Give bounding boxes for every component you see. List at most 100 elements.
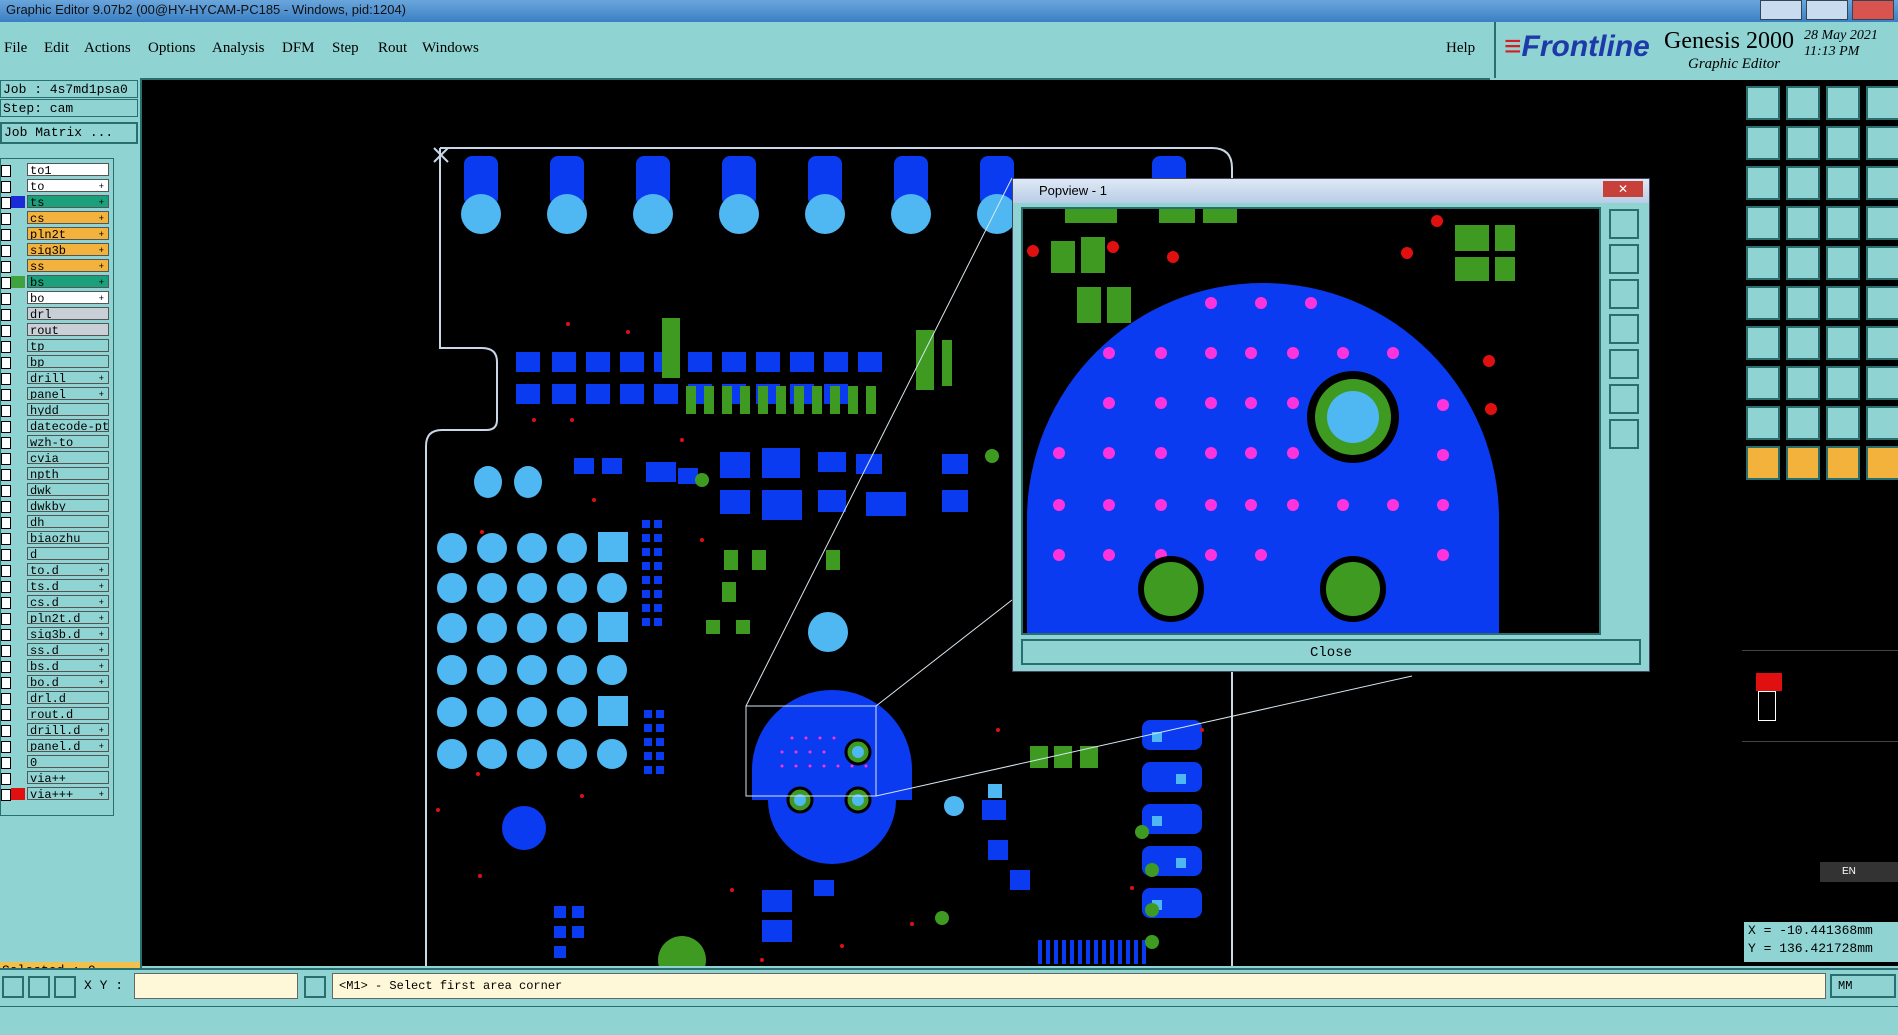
unit-selector[interactable]: MM bbox=[1830, 974, 1896, 998]
layer-name[interactable]: tp bbox=[27, 339, 109, 352]
layer-checkbox[interactable] bbox=[1, 437, 11, 449]
layer-name[interactable]: drill + bbox=[27, 371, 109, 384]
menu-actions[interactable]: Actions bbox=[84, 40, 131, 57]
measure-mode-icon[interactable] bbox=[28, 976, 50, 998]
layer-row[interactable]: to1 bbox=[1, 163, 113, 177]
layer-name[interactable]: rout bbox=[27, 323, 109, 336]
layer-row[interactable]: bp bbox=[1, 355, 113, 369]
layer-row[interactable]: wzh-to bbox=[1, 435, 113, 449]
layer-name[interactable]: pln2t.d + bbox=[27, 611, 109, 624]
bracket-icon[interactable] bbox=[1826, 366, 1860, 400]
layer-name[interactable]: sig3b + bbox=[27, 243, 109, 256]
layer-checkbox[interactable] bbox=[1, 373, 11, 385]
layer-name[interactable]: bs.d + bbox=[27, 659, 109, 672]
layer-checkbox[interactable] bbox=[1, 677, 11, 689]
layer-checkbox[interactable] bbox=[1, 421, 11, 433]
layer-row[interactable]: via++ bbox=[1, 771, 113, 785]
layer-checkbox[interactable] bbox=[1, 789, 11, 801]
layer-checkbox[interactable] bbox=[1, 213, 11, 225]
layer-checkbox[interactable] bbox=[1, 453, 11, 465]
ruler-icon[interactable] bbox=[1826, 246, 1860, 280]
layer-checkbox[interactable] bbox=[1, 533, 11, 545]
layer-name[interactable]: sig3b.d + bbox=[27, 627, 109, 640]
layer-name[interactable]: to + bbox=[27, 179, 109, 192]
layer-name[interactable]: panel.d + bbox=[27, 739, 109, 752]
layer-name[interactable]: drl.d bbox=[27, 691, 109, 704]
home-view-icon[interactable] bbox=[1826, 86, 1860, 120]
pad-add-icon[interactable] bbox=[1746, 366, 1780, 400]
layer-checkbox[interactable] bbox=[1, 757, 11, 769]
layer-row[interactable]: via+++ + bbox=[1, 787, 113, 801]
layer-row[interactable]: panel.d + bbox=[1, 739, 113, 753]
layer-checkbox[interactable] bbox=[1, 501, 11, 513]
layer-row[interactable]: bo.d + bbox=[1, 675, 113, 689]
layer-row[interactable]: dwkby bbox=[1, 499, 113, 513]
popview-close-x-button[interactable]: ✕ bbox=[1603, 181, 1643, 197]
menu-rout[interactable]: Rout bbox=[378, 40, 407, 57]
layer-name[interactable]: ts.d + bbox=[27, 579, 109, 592]
menu-step[interactable]: Step bbox=[332, 40, 359, 57]
layer-checkbox[interactable] bbox=[1, 405, 11, 417]
dot-icon[interactable] bbox=[1866, 246, 1898, 280]
layer-name[interactable]: drill.d + bbox=[27, 723, 109, 736]
layer-row[interactable]: cs + bbox=[1, 211, 113, 225]
layer-row[interactable]: rout.d bbox=[1, 707, 113, 721]
angle-icon[interactable] bbox=[1746, 326, 1780, 360]
layer-name[interactable]: ts + bbox=[27, 195, 109, 208]
layer-row[interactable]: ts + bbox=[1, 195, 113, 209]
layer-name[interactable]: cs + bbox=[27, 211, 109, 224]
layer-row[interactable]: cs.d + bbox=[1, 595, 113, 609]
select-arrow-icon[interactable] bbox=[1746, 446, 1780, 480]
one-to-one-icon[interactable] bbox=[1826, 126, 1860, 160]
popview-canvas[interactable] bbox=[1021, 207, 1601, 635]
layer-icon[interactable] bbox=[1866, 126, 1898, 160]
language-indicator[interactable]: EN bbox=[1820, 862, 1898, 882]
layer-checkbox[interactable] bbox=[1, 181, 11, 193]
menu-windows[interactable]: Windows bbox=[422, 40, 479, 57]
layer-row[interactable]: sig3b.d + bbox=[1, 627, 113, 641]
text-a-box-icon[interactable] bbox=[1866, 406, 1898, 440]
layer-checkbox[interactable] bbox=[1, 293, 11, 305]
layer-row[interactable]: cvia bbox=[1, 451, 113, 465]
layer-row[interactable]: drill + bbox=[1, 371, 113, 385]
layer-name[interactable]: panel + bbox=[27, 387, 109, 400]
scale-icon[interactable] bbox=[1826, 166, 1860, 200]
layer-checkbox[interactable] bbox=[1, 325, 11, 337]
layer-name[interactable]: dwkby bbox=[27, 499, 109, 512]
layer-checkbox[interactable] bbox=[1, 741, 11, 753]
layer-checkbox[interactable] bbox=[1, 581, 11, 593]
layer-name[interactable]: rout.d bbox=[27, 707, 109, 720]
menu-analysis[interactable]: Analysis bbox=[212, 40, 265, 57]
layer-checkbox[interactable] bbox=[1, 645, 11, 657]
layer-row[interactable]: sig3b + bbox=[1, 243, 113, 257]
menu-options[interactable]: Options bbox=[148, 40, 196, 57]
layer-row[interactable]: tp bbox=[1, 339, 113, 353]
window-icon[interactable] bbox=[1866, 86, 1898, 120]
text-a-icon[interactable] bbox=[1786, 406, 1820, 440]
layer-row[interactable]: bo + bbox=[1, 291, 113, 305]
layer-row[interactable]: to + bbox=[1, 179, 113, 193]
layer-row[interactable]: pln2t.d + bbox=[1, 611, 113, 625]
popview-pan-left-icon[interactable] bbox=[1609, 314, 1639, 344]
layer-name[interactable]: to1 bbox=[27, 163, 109, 176]
measure-icon[interactable] bbox=[1866, 206, 1898, 240]
layer-name[interactable]: ss.d + bbox=[27, 643, 109, 656]
close-window-button[interactable] bbox=[1852, 0, 1894, 20]
popview-zoom-in-icon[interactable] bbox=[1609, 244, 1639, 274]
layer-row[interactable]: dh bbox=[1, 515, 113, 529]
layer-row[interactable]: 0 bbox=[1, 755, 113, 769]
pad-icon[interactable] bbox=[1746, 246, 1780, 280]
layer-checkbox[interactable] bbox=[1, 565, 11, 577]
layer-checkbox[interactable] bbox=[1, 245, 11, 257]
help-icon[interactable] bbox=[1866, 166, 1898, 200]
layer-row[interactable]: rout bbox=[1, 323, 113, 337]
fingerprint-icon[interactable] bbox=[1746, 206, 1780, 240]
undo-arc-icon[interactable] bbox=[1826, 326, 1860, 360]
layer-row[interactable]: dwk bbox=[1, 483, 113, 497]
layer-name[interactable]: 0 bbox=[27, 755, 109, 768]
layer-checkbox[interactable] bbox=[1, 693, 11, 705]
menu-edit[interactable]: Edit bbox=[44, 40, 69, 57]
layer-checkbox[interactable] bbox=[1, 709, 11, 721]
popview-zoom-fit-icon[interactable] bbox=[1609, 209, 1639, 239]
popview-title-bar[interactable]: Popview - 1 bbox=[1013, 179, 1649, 203]
